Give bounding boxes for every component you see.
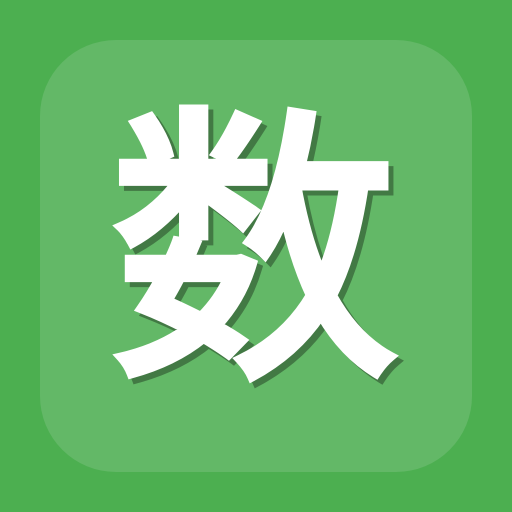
math-character-glyph: 数 (109, 85, 399, 422)
app-icon-tile[interactable]: 数 (40, 40, 472, 472)
